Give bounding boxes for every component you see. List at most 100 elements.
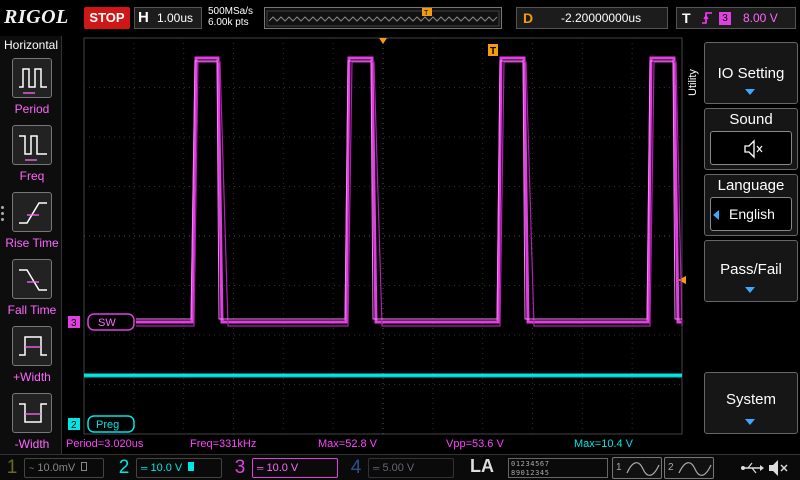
memory-overview-bar[interactable]: T (264, 7, 502, 29)
speaker-mute-icon (744, 139, 763, 159)
ch3-scale: 10.0 V (266, 462, 299, 474)
system-button[interactable]: System (704, 372, 798, 434)
dc-coupling-icon: ═ (257, 463, 264, 473)
utility-tab[interactable]: Utility (686, 36, 704, 136)
dc-coupling-icon: ═ (141, 463, 148, 473)
measure-freq[interactable]: Freq (4, 125, 60, 191)
rise-time-icon (12, 192, 52, 232)
ch1-number: 1 (6, 457, 18, 478)
rising-edge-icon (701, 10, 713, 29)
measure-period[interactable]: Period (4, 58, 60, 124)
speaker-mute-icon[interactable] (766, 458, 790, 478)
usb-icon (741, 462, 764, 474)
sample-rate-readout: 500MSa/s 6.00k pts (208, 6, 253, 28)
generator-1-button[interactable]: 1 (612, 457, 662, 479)
ch4-scale: 5.00 V (382, 462, 415, 474)
trigger-label: T (682, 10, 691, 26)
sound-button[interactable]: Sound (704, 108, 798, 170)
top-status-bar: RIGOL STOP H 1.00us 500MSa/s 6.00k pts T… (0, 0, 800, 36)
memory-depth: 6.00k pts (208, 17, 249, 28)
delay-display[interactable]: D -2.20000000us (516, 7, 668, 29)
timebase-value: 1.00us (157, 11, 194, 25)
sound-value-box (710, 131, 792, 165)
battery-icon (188, 462, 195, 471)
channel-status-bar: 1 ~ 10.0mV 2 ═ 10.0 V 3 ═ 10.0 V 4 ═ 5.0… (0, 454, 800, 480)
measure-negative-width[interactable]: -Width (4, 393, 60, 459)
utility-menu: Utility IO Setting Sound Language Englis… (686, 36, 800, 454)
ch2-status[interactable]: 2 ═ 10.0 V (114, 456, 226, 480)
run-stop-button[interactable]: STOP (84, 7, 130, 29)
language-value: English (729, 206, 775, 222)
ch4-status[interactable]: 4 ═ 5.00 V (346, 456, 458, 480)
language-button[interactable]: Language English (704, 174, 798, 236)
pass-fail-label: Pass/Fail (720, 261, 782, 278)
ch3-label-tag[interactable]: 3 SW (68, 313, 135, 331)
trigger-display[interactable]: T 3 8.00 V (676, 7, 796, 29)
freq-icon (12, 125, 52, 165)
freq-measurement[interactable]: Freq=331kHz (190, 438, 256, 450)
timebase-display[interactable]: H 1.00us (134, 7, 202, 29)
sound-label: Sound (729, 111, 773, 128)
negative-width-icon (12, 393, 52, 433)
measure-rise-time[interactable]: Rise Time (4, 192, 60, 258)
period-icon (12, 58, 52, 98)
ch2-label-tag[interactable]: 2 Preg (68, 415, 135, 433)
la-bits-top: 01234567 (511, 460, 550, 468)
ch2-trace (84, 373, 682, 378)
waveform-grid: T 3 SW 2 Preg (68, 37, 686, 435)
memory-overview-waveform: T (266, 8, 500, 27)
sample-rate: 500MSa/s (208, 6, 254, 17)
overview-trigger-marker: T (424, 10, 429, 17)
measure-fall-time[interactable]: Fall Time (4, 259, 60, 325)
utility-tab-label: Utility (687, 69, 699, 96)
waveform-display[interactable]: T 3 SW 2 Preg (62, 36, 686, 436)
period-measurement[interactable]: Period=3.020us (66, 438, 143, 450)
delay-label: D (523, 10, 534, 26)
sine-wave-icon (678, 462, 712, 476)
max2-measurement[interactable]: Max=10.4 V (574, 438, 633, 450)
ch2-scale: 10.0 V (150, 462, 183, 474)
measure-rise-time-label: Rise Time (5, 236, 59, 250)
io-setting-label: IO Setting (717, 65, 785, 82)
timebase-label: H (138, 9, 149, 26)
logic-analyzer-label[interactable]: LA (470, 456, 494, 477)
measure-positive-width[interactable]: +Width (4, 326, 60, 392)
trigger-source-badge: 3 (719, 12, 731, 25)
dc-coupling-icon: ═ (373, 463, 380, 473)
vpp-measurement[interactable]: Vpp=53.6 V (446, 438, 504, 450)
positive-width-icon (12, 326, 52, 366)
language-value-box: English (710, 197, 792, 231)
measurement-bar: Period=3.020us Freq=331kHz Max=52.8 V Vp… (62, 436, 686, 454)
brand-logo: RIGOL (4, 6, 69, 28)
chevron-down-icon (745, 419, 755, 425)
measure-fall-time-label: Fall Time (7, 303, 57, 317)
generator-2-button[interactable]: 2 (664, 457, 714, 479)
fall-time-icon (12, 259, 52, 299)
io-setting-button[interactable]: IO Setting (704, 42, 798, 104)
language-label: Language (717, 177, 785, 194)
ch2-label: Preg (96, 419, 119, 431)
ch2-scale-box: ═ 10.0 V (136, 458, 222, 478)
ch1-status[interactable]: 1 ~ 10.0mV (2, 456, 110, 480)
panel-title: Horizontal (3, 38, 59, 52)
measure-period-label: Period (14, 102, 50, 116)
pass-fail-button[interactable]: Pass/Fail (704, 240, 798, 302)
ch3-status[interactable]: 3 ═ 10.0 V (230, 456, 342, 480)
ch2-number: 2 (118, 457, 130, 478)
horizontal-measure-panel: Horizontal Period Freq Rise Time Fall Ti… (0, 36, 62, 454)
logic-analyzer-bits[interactable]: 01234567 89012345 (508, 458, 608, 478)
ch3-scale-box: ═ 10.0 V (252, 458, 338, 478)
trigger-flag-label: T (490, 46, 496, 57)
ch3-label: SW (98, 317, 116, 329)
ch3-marker: 3 (71, 318, 77, 329)
ch4-number: 4 (350, 457, 362, 478)
delay-value: -2.20000000us (561, 11, 642, 25)
chevron-down-icon (745, 89, 755, 95)
ch4-scale-box: ═ 5.00 V (368, 458, 454, 478)
ch2-marker: 2 (71, 420, 77, 431)
trigger-level: 8.00 V (743, 11, 778, 25)
battery-icon (81, 462, 88, 471)
max-measurement[interactable]: Max=52.8 V (318, 438, 377, 450)
ch1-scale-box: ~ 10.0mV (24, 458, 104, 478)
measure-freq-label: Freq (19, 169, 45, 183)
